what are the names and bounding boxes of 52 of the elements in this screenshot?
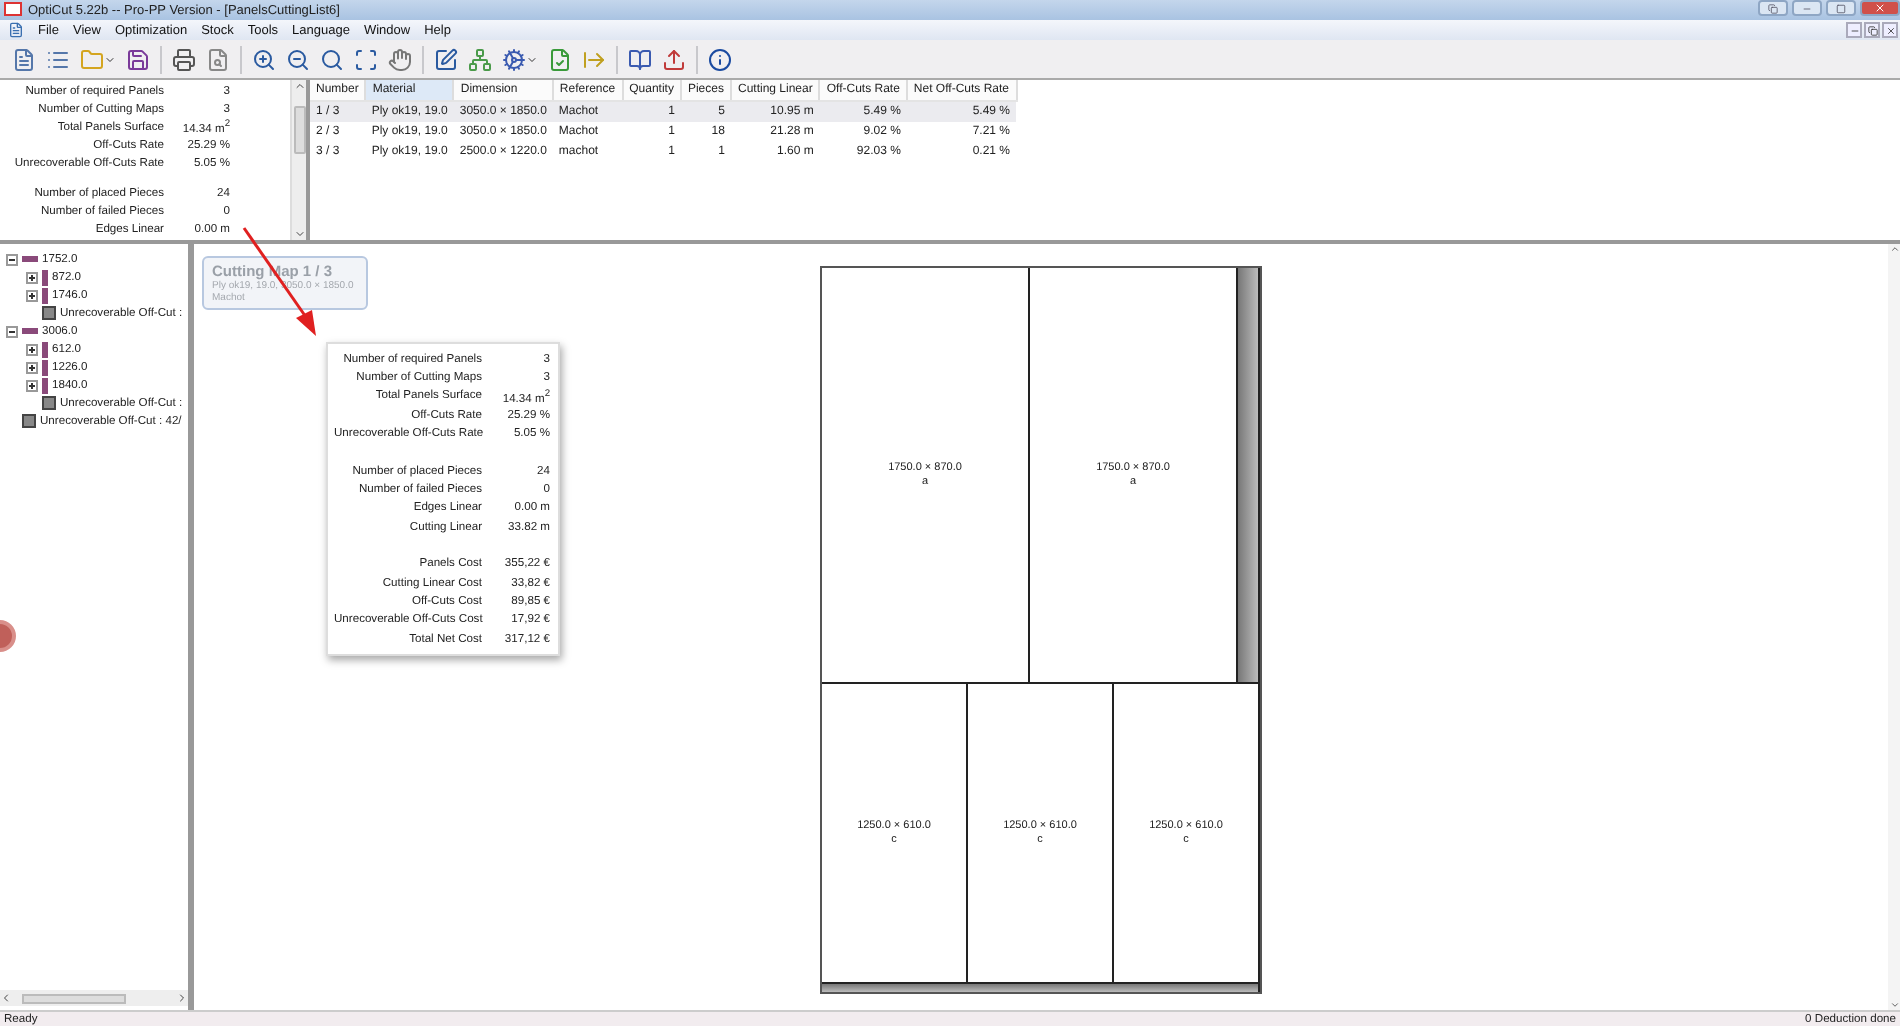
file-check-icon[interactable] bbox=[548, 47, 572, 71]
caret-icon[interactable] bbox=[526, 53, 538, 65]
strip-icon bbox=[22, 256, 38, 262]
scroll-down-icon[interactable] bbox=[1889, 1000, 1899, 1010]
minimize-icon bbox=[1802, 3, 1812, 13]
upload-icon[interactable] bbox=[662, 47, 686, 71]
scroll-left-icon[interactable] bbox=[0, 992, 12, 1004]
hand-icon[interactable] bbox=[388, 47, 412, 71]
close-icon bbox=[1874, 2, 1886, 14]
export-icon[interactable] bbox=[582, 47, 606, 71]
expand-icon[interactable] bbox=[26, 343, 38, 355]
scrollbar[interactable] bbox=[1888, 244, 1900, 1010]
settings-icon[interactable] bbox=[502, 47, 526, 71]
strip-icon bbox=[22, 328, 38, 334]
search-icon[interactable] bbox=[320, 47, 344, 71]
expand-icon[interactable] bbox=[26, 361, 38, 373]
expand-icon[interactable] bbox=[26, 289, 38, 301]
restore-icon bbox=[1867, 25, 1877, 35]
expand-icon[interactable] bbox=[26, 379, 38, 391]
close-button[interactable] bbox=[1882, 22, 1898, 38]
minimize-button[interactable] bbox=[1846, 22, 1862, 38]
zoom-out-icon[interactable] bbox=[286, 47, 310, 71]
edit-icon[interactable] bbox=[434, 47, 458, 71]
maximize-button[interactable] bbox=[1826, 0, 1856, 16]
scroll-down-icon[interactable] bbox=[293, 228, 305, 240]
network-icon[interactable] bbox=[468, 47, 492, 71]
document-icon[interactable] bbox=[12, 47, 36, 71]
close-button[interactable] bbox=[1860, 0, 1900, 16]
caret-icon[interactable] bbox=[104, 53, 116, 65]
windows-icon bbox=[1768, 3, 1778, 13]
collapse-icon[interactable] bbox=[6, 325, 18, 337]
offcut-icon bbox=[42, 306, 56, 320]
scroll-up-icon[interactable] bbox=[293, 80, 305, 92]
scrollbar[interactable] bbox=[290, 80, 306, 240]
save-icon[interactable] bbox=[126, 47, 150, 71]
print-icon[interactable] bbox=[172, 47, 196, 71]
scrollbar[interactable] bbox=[0, 990, 188, 1006]
document-icon bbox=[8, 22, 24, 38]
info-icon[interactable] bbox=[708, 47, 732, 71]
window-button[interactable] bbox=[1758, 0, 1788, 16]
preview-icon[interactable] bbox=[206, 47, 230, 71]
expand-icon[interactable] bbox=[26, 271, 38, 283]
maximize-icon bbox=[1836, 3, 1846, 13]
restore-button[interactable] bbox=[1864, 22, 1880, 38]
scroll-up-icon[interactable] bbox=[1889, 244, 1899, 254]
zoom-in-icon[interactable] bbox=[252, 47, 276, 71]
collapse-icon[interactable] bbox=[6, 253, 18, 265]
book-icon[interactable] bbox=[628, 47, 652, 71]
minimize-icon bbox=[1849, 25, 1859, 35]
scroll-right-icon[interactable] bbox=[176, 992, 188, 1004]
zoom-fit-icon[interactable] bbox=[354, 47, 378, 71]
app-icon bbox=[4, 2, 22, 16]
